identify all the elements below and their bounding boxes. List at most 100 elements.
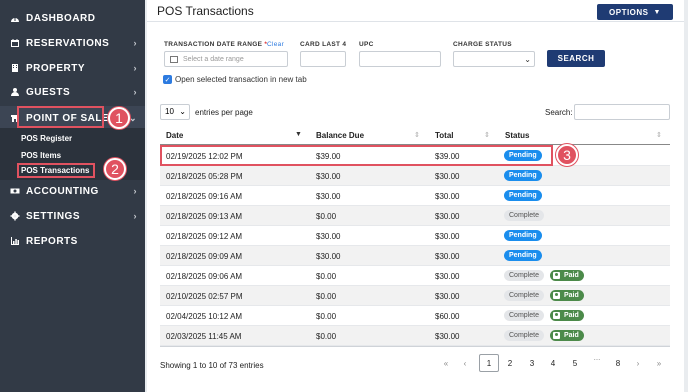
cell-balance-due: $0.00: [316, 272, 337, 281]
col-header-total[interactable]: Total: [435, 131, 454, 140]
pagination-button[interactable]: 4: [543, 354, 563, 372]
table-search-input[interactable]: [574, 104, 670, 120]
sidebar-item-property[interactable]: PROPERTY ›: [0, 56, 145, 80]
sidebar-item-label: REPORTS: [26, 235, 78, 247]
chevron-down-icon: ⌄: [128, 112, 137, 123]
sidebar: DASHBOARD RESERVATIONS › PROPERTY › GUES…: [0, 0, 145, 392]
cell-total: $30.00: [435, 192, 460, 201]
sidebar-item-settings[interactable]: SETTINGS ›: [0, 204, 145, 228]
table-row[interactable]: 02/18/2025 05:28 PM $30.00 $30.00 Pending: [160, 166, 670, 186]
status-badge: Pending: [504, 190, 542, 201]
page-length-select[interactable]: 10 ⌄: [160, 104, 190, 120]
pagination-button[interactable]: ‹: [455, 354, 475, 372]
showing-entries: Showing 1 to 10 of 73 entries: [160, 361, 264, 370]
paid-user-icon: [553, 292, 560, 299]
table-row[interactable]: 02/18/2025 09:09 AM $30.00 $30.00 Pending: [160, 246, 670, 266]
caret-down-icon: ▼: [653, 8, 661, 16]
status-badge: Complete: [504, 210, 544, 221]
chevron-right-icon: ›: [133, 38, 137, 48]
col-header-balance[interactable]: Balance Due: [316, 131, 364, 140]
pagination-button[interactable]: 8: [608, 354, 628, 372]
sidebar-item-guests[interactable]: GUESTS ›: [0, 80, 145, 104]
chevron-right-icon: ›: [133, 87, 137, 97]
sidebar-item-reports[interactable]: REPORTS: [0, 229, 145, 253]
sidebar-item-reservations[interactable]: RESERVATIONS ›: [0, 31, 145, 55]
chevron-down-icon: ⌄: [524, 55, 531, 64]
cell-total: $60.00: [435, 312, 460, 321]
sidebar-item-dashboard[interactable]: DASHBOARD: [0, 6, 145, 30]
options-button-label: OPTIONS: [609, 7, 649, 17]
pagination-button[interactable]: «: [436, 354, 456, 372]
table-search-label: Search:: [545, 108, 573, 117]
cell-date: 02/18/2025 09:12 AM: [166, 232, 243, 241]
col-header-date[interactable]: Date: [166, 131, 183, 140]
table-row[interactable]: 02/04/2025 10:12 AM $0.00 $60.00 Complete Pa…: [160, 306, 670, 326]
paid-badge-label: Paid: [564, 272, 579, 279]
sidebar-item-label: ACCOUNTING: [26, 185, 99, 197]
pagination-button[interactable]: ›: [628, 354, 648, 372]
date-range-label: TRANSACTION DATE RANGE *: [164, 41, 267, 48]
status-badge: Complete: [504, 310, 544, 321]
table-row[interactable]: 02/18/2025 09:06 AM $0.00 $30.00 Complete Pa…: [160, 266, 670, 286]
sidebar-item-accounting[interactable]: ACCOUNTING ›: [0, 179, 145, 203]
options-button[interactable]: OPTIONS ▼: [597, 4, 673, 20]
charge-status-label: CHARGE STATUS: [453, 41, 512, 48]
submenu-item-pos-register[interactable]: POS Register: [21, 134, 72, 143]
paid-badge-label: Paid: [564, 312, 579, 319]
cell-date: 02/18/2025 09:06 AM: [166, 272, 243, 281]
card-last4-input[interactable]: [300, 51, 346, 67]
clear-link[interactable]: Clear: [267, 41, 284, 48]
sidebar-item-label: PROPERTY: [26, 62, 86, 74]
search-button[interactable]: SEARCH: [547, 50, 605, 67]
user-icon: [8, 87, 22, 97]
paid-badge: Paid: [550, 270, 584, 281]
date-range-input[interactable]: Select a date range: [164, 51, 288, 67]
card-last4-label: CARD LAST 4: [300, 41, 347, 48]
status-badge: Complete: [504, 270, 544, 281]
col-header-status[interactable]: Status: [505, 131, 529, 140]
table-row[interactable]: 02/18/2025 09:13 AM $0.00 $30.00 Complete: [160, 206, 670, 226]
step-badge: 3: [556, 144, 578, 166]
cell-total: $30.00: [435, 272, 460, 281]
table-row[interactable]: 02/18/2025 09:16 AM $30.00 $30.00 Pending: [160, 186, 670, 206]
charge-status-select[interactable]: ⌄: [453, 51, 535, 67]
pagination-button[interactable]: 3: [522, 354, 542, 372]
page-length-value: 10: [165, 107, 174, 116]
status-badge: Complete: [504, 330, 544, 341]
paid-user-icon: [553, 312, 560, 319]
status-badge: Pending: [504, 250, 542, 261]
status-badge: Pending: [504, 170, 542, 181]
submenu-item-pos-items[interactable]: POS Items: [21, 151, 61, 160]
status-badge: Complete: [504, 290, 544, 301]
cell-total: $30.00: [435, 252, 460, 261]
chevron-down-icon: ⌄: [179, 107, 186, 116]
step-badge: 2: [104, 158, 126, 180]
open-new-tab-label: Open selected transaction in new tab: [175, 75, 307, 84]
table-row[interactable]: 02/10/2025 02:57 PM $0.00 $30.00 Complete Pa…: [160, 286, 670, 306]
cell-total: $30.00: [435, 212, 460, 221]
chevron-right-icon: ›: [133, 63, 137, 73]
table-row[interactable]: 02/03/2025 11:45 AM $0.00 $30.00 Complete Pa…: [160, 326, 670, 346]
page-title: POS Transactions: [157, 4, 254, 18]
pagination-button[interactable]: 1: [479, 354, 499, 372]
page-header: POS Transactions OPTIONS ▼: [147, 0, 684, 22]
cell-total: $30.00: [435, 292, 460, 301]
sort-icon: ⇕: [656, 132, 662, 139]
pagination-button[interactable]: »: [649, 354, 669, 372]
table-row[interactable]: 02/18/2025 09:12 AM $30.00 $30.00 Pending: [160, 226, 670, 246]
cell-date: 02/03/2025 11:45 AM: [166, 332, 242, 341]
pagination-button[interactable]: 5: [565, 354, 585, 372]
sort-desc-icon: ▼: [295, 131, 302, 138]
paid-badge: Paid: [550, 330, 584, 341]
gear-icon: [8, 211, 22, 221]
sidebar-item-label: RESERVATIONS: [26, 37, 110, 49]
cell-date: 02/18/2025 09:16 AM: [166, 192, 243, 201]
cell-total: $30.00: [435, 232, 460, 241]
paid-badge: Paid: [550, 290, 584, 301]
cell-balance-due: $0.00: [316, 312, 337, 321]
cell-date: 02/04/2025 10:12 AM: [166, 312, 243, 321]
cell-date: 02/10/2025 02:57 PM: [166, 292, 243, 301]
open-new-tab-checkbox[interactable]: ✓: [163, 75, 172, 84]
upc-input[interactable]: [359, 51, 441, 67]
pagination-button[interactable]: 2: [500, 354, 520, 372]
